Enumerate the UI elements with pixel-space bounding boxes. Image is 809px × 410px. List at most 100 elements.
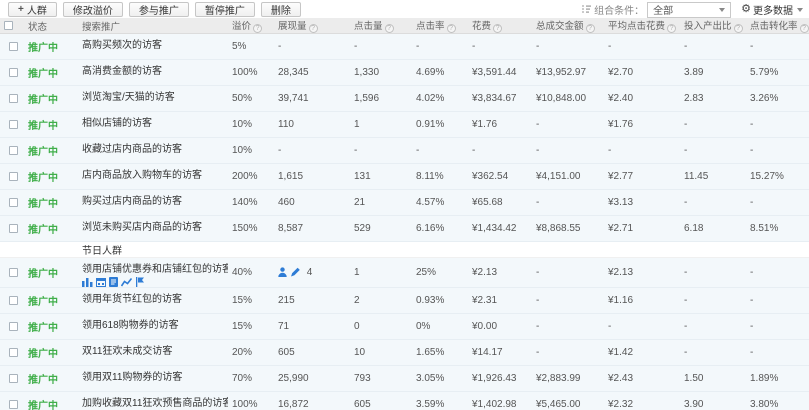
- row-checkbox[interactable]: [9, 172, 18, 181]
- cell-cvr: -: [746, 34, 809, 60]
- cell-cvr: -: [746, 258, 809, 288]
- col-header-total-amount[interactable]: 总成交金额?: [532, 18, 604, 34]
- cell-premium[interactable]: 100%: [228, 60, 274, 86]
- cell-premium[interactable]: 10%: [228, 138, 274, 164]
- cell-impressions: 71: [274, 314, 350, 340]
- help-icon[interactable]: ?: [667, 24, 676, 33]
- help-icon[interactable]: ?: [385, 24, 394, 33]
- cell-premium[interactable]: 15%: [228, 314, 274, 340]
- cell-premium[interactable]: 50%: [228, 86, 274, 112]
- status-badge: 推广中: [28, 269, 58, 280]
- col-header-clicks[interactable]: 点击量?: [350, 18, 412, 34]
- more-data-button[interactable]: ⚙ 更多数据: [741, 2, 803, 17]
- table-row: 推广中浏览未购买店内商品的访客150%8,5875296.16%¥1,434.4…: [0, 216, 809, 242]
- cell-clicks: 1,330: [350, 60, 412, 86]
- help-icon[interactable]: ?: [447, 24, 456, 33]
- row-checkbox[interactable]: [9, 224, 18, 233]
- audience-name: 浏览未购买店内商品的访客: [82, 218, 228, 233]
- status-badge: 推广中: [28, 349, 58, 360]
- help-icon[interactable]: ?: [493, 24, 502, 33]
- row-checkbox[interactable]: [9, 120, 18, 129]
- edit-pen-icon[interactable]: [290, 267, 300, 277]
- button-label: 参与推广: [139, 2, 179, 17]
- audience-name: 高消费金额的访客: [82, 62, 228, 77]
- filter-condition-select[interactable]: 全部: [647, 2, 731, 18]
- help-icon[interactable]: ?: [309, 24, 318, 33]
- help-icon[interactable]: ?: [586, 24, 595, 33]
- help-icon[interactable]: ?: [734, 24, 743, 33]
- cell-impressions: 110: [274, 112, 350, 138]
- status-badge: 推广中: [28, 121, 58, 132]
- cell-cost: ¥2.31: [468, 288, 532, 314]
- cell-cost: ¥1,926.43: [468, 366, 532, 392]
- cell-roi: 2.83: [680, 86, 746, 112]
- cell-avg_cpc: ¥2.77: [604, 164, 680, 190]
- flag-icon[interactable]: [135, 277, 145, 287]
- row-checkbox[interactable]: [9, 348, 18, 357]
- cell-avg_cpc: ¥1.16: [604, 288, 680, 314]
- cell-avg_cpc: ¥2.32: [604, 392, 680, 410]
- cell-premium[interactable]: 140%: [228, 190, 274, 216]
- col-header-cost[interactable]: 花费?: [468, 18, 532, 34]
- cell-premium[interactable]: 10%: [228, 112, 274, 138]
- cell-premium[interactable]: 5%: [228, 34, 274, 60]
- delete-button[interactable]: 删除: [261, 2, 301, 17]
- select-all-checkbox[interactable]: [4, 21, 13, 30]
- audience-name: 店内商品放入购物车的访客: [82, 166, 228, 181]
- col-header-avg-cpc[interactable]: 平均点击花费?: [604, 18, 680, 34]
- table-row: 推广中高购买频次的访客5%--------: [0, 34, 809, 60]
- cell-premium[interactable]: 70%: [228, 366, 274, 392]
- cell-premium[interactable]: 100%: [228, 392, 274, 410]
- cell-avg_cpc: ¥2.43: [604, 366, 680, 392]
- col-header-name: 搜索推广: [78, 18, 228, 34]
- bar-chart-icon[interactable]: [82, 277, 93, 287]
- cell-cost: ¥3,591.44: [468, 60, 532, 86]
- cell-impressions: -: [274, 34, 350, 60]
- col-header-roi[interactable]: 投入产出比?: [680, 18, 746, 34]
- row-checkbox[interactable]: [9, 146, 18, 155]
- plus-icon: +: [18, 4, 24, 15]
- trend-icon[interactable]: [121, 277, 132, 287]
- cell-cost: ¥0.00: [468, 314, 532, 340]
- row-checkbox[interactable]: [9, 68, 18, 77]
- cell-premium[interactable]: 20%: [228, 340, 274, 366]
- table-row: 推广中领用店铺优惠券和店铺红包的访客 40% 4125%¥2.13-¥2.13-…: [0, 258, 809, 288]
- row-checkbox[interactable]: [9, 374, 18, 383]
- help-icon[interactable]: ?: [800, 24, 809, 33]
- col-header-ctr[interactable]: 点击率?: [412, 18, 468, 34]
- audience-name: 浏览淘宝/天猫的访客: [82, 88, 228, 103]
- report-icon[interactable]: [109, 277, 118, 287]
- cell-premium[interactable]: 15%: [228, 288, 274, 314]
- cell-impressions: 16,872: [274, 392, 350, 410]
- col-header-premium[interactable]: 溢价?: [228, 18, 274, 34]
- cell-ctr: 8.11%: [412, 164, 468, 190]
- toolbar-buttons: +人群修改溢价 参与推广 暂停推广删除: [8, 2, 307, 17]
- row-checkbox[interactable]: [9, 42, 18, 51]
- modify-premium-button[interactable]: 修改溢价: [63, 2, 123, 17]
- pause-promotion-button[interactable]: 暂停推广: [195, 2, 255, 17]
- gear-icon: ⚙: [741, 4, 751, 15]
- cell-impressions: 25,990: [274, 366, 350, 392]
- audience-person-icon[interactable]: [278, 267, 287, 277]
- cell-roi: -: [680, 340, 746, 366]
- col-header-impressions[interactable]: 展现量?: [274, 18, 350, 34]
- row-checkbox[interactable]: [9, 94, 18, 103]
- cell-cost: ¥65.68: [468, 190, 532, 216]
- add-audience-button[interactable]: +人群: [8, 2, 57, 17]
- col-header-cvr[interactable]: 点击转化率?: [746, 18, 809, 34]
- row-checkbox[interactable]: [9, 268, 18, 277]
- cell-roi: 1.50: [680, 366, 746, 392]
- help-icon[interactable]: ?: [253, 24, 262, 33]
- row-checkbox[interactable]: [9, 322, 18, 331]
- cell-premium[interactable]: 40%: [228, 258, 274, 288]
- row-checkbox[interactable]: [9, 198, 18, 207]
- row-checkbox[interactable]: [9, 400, 18, 409]
- cell-cvr: 3.26%: [746, 86, 809, 112]
- calendar-icon[interactable]: [96, 277, 106, 287]
- join-promotion-button[interactable]: 参与推广: [129, 2, 189, 17]
- cell-ctr: 4.57%: [412, 190, 468, 216]
- cell-avg_cpc: ¥2.13: [604, 258, 680, 288]
- cell-premium[interactable]: 200%: [228, 164, 274, 190]
- row-checkbox[interactable]: [9, 296, 18, 305]
- cell-premium[interactable]: 150%: [228, 216, 274, 242]
